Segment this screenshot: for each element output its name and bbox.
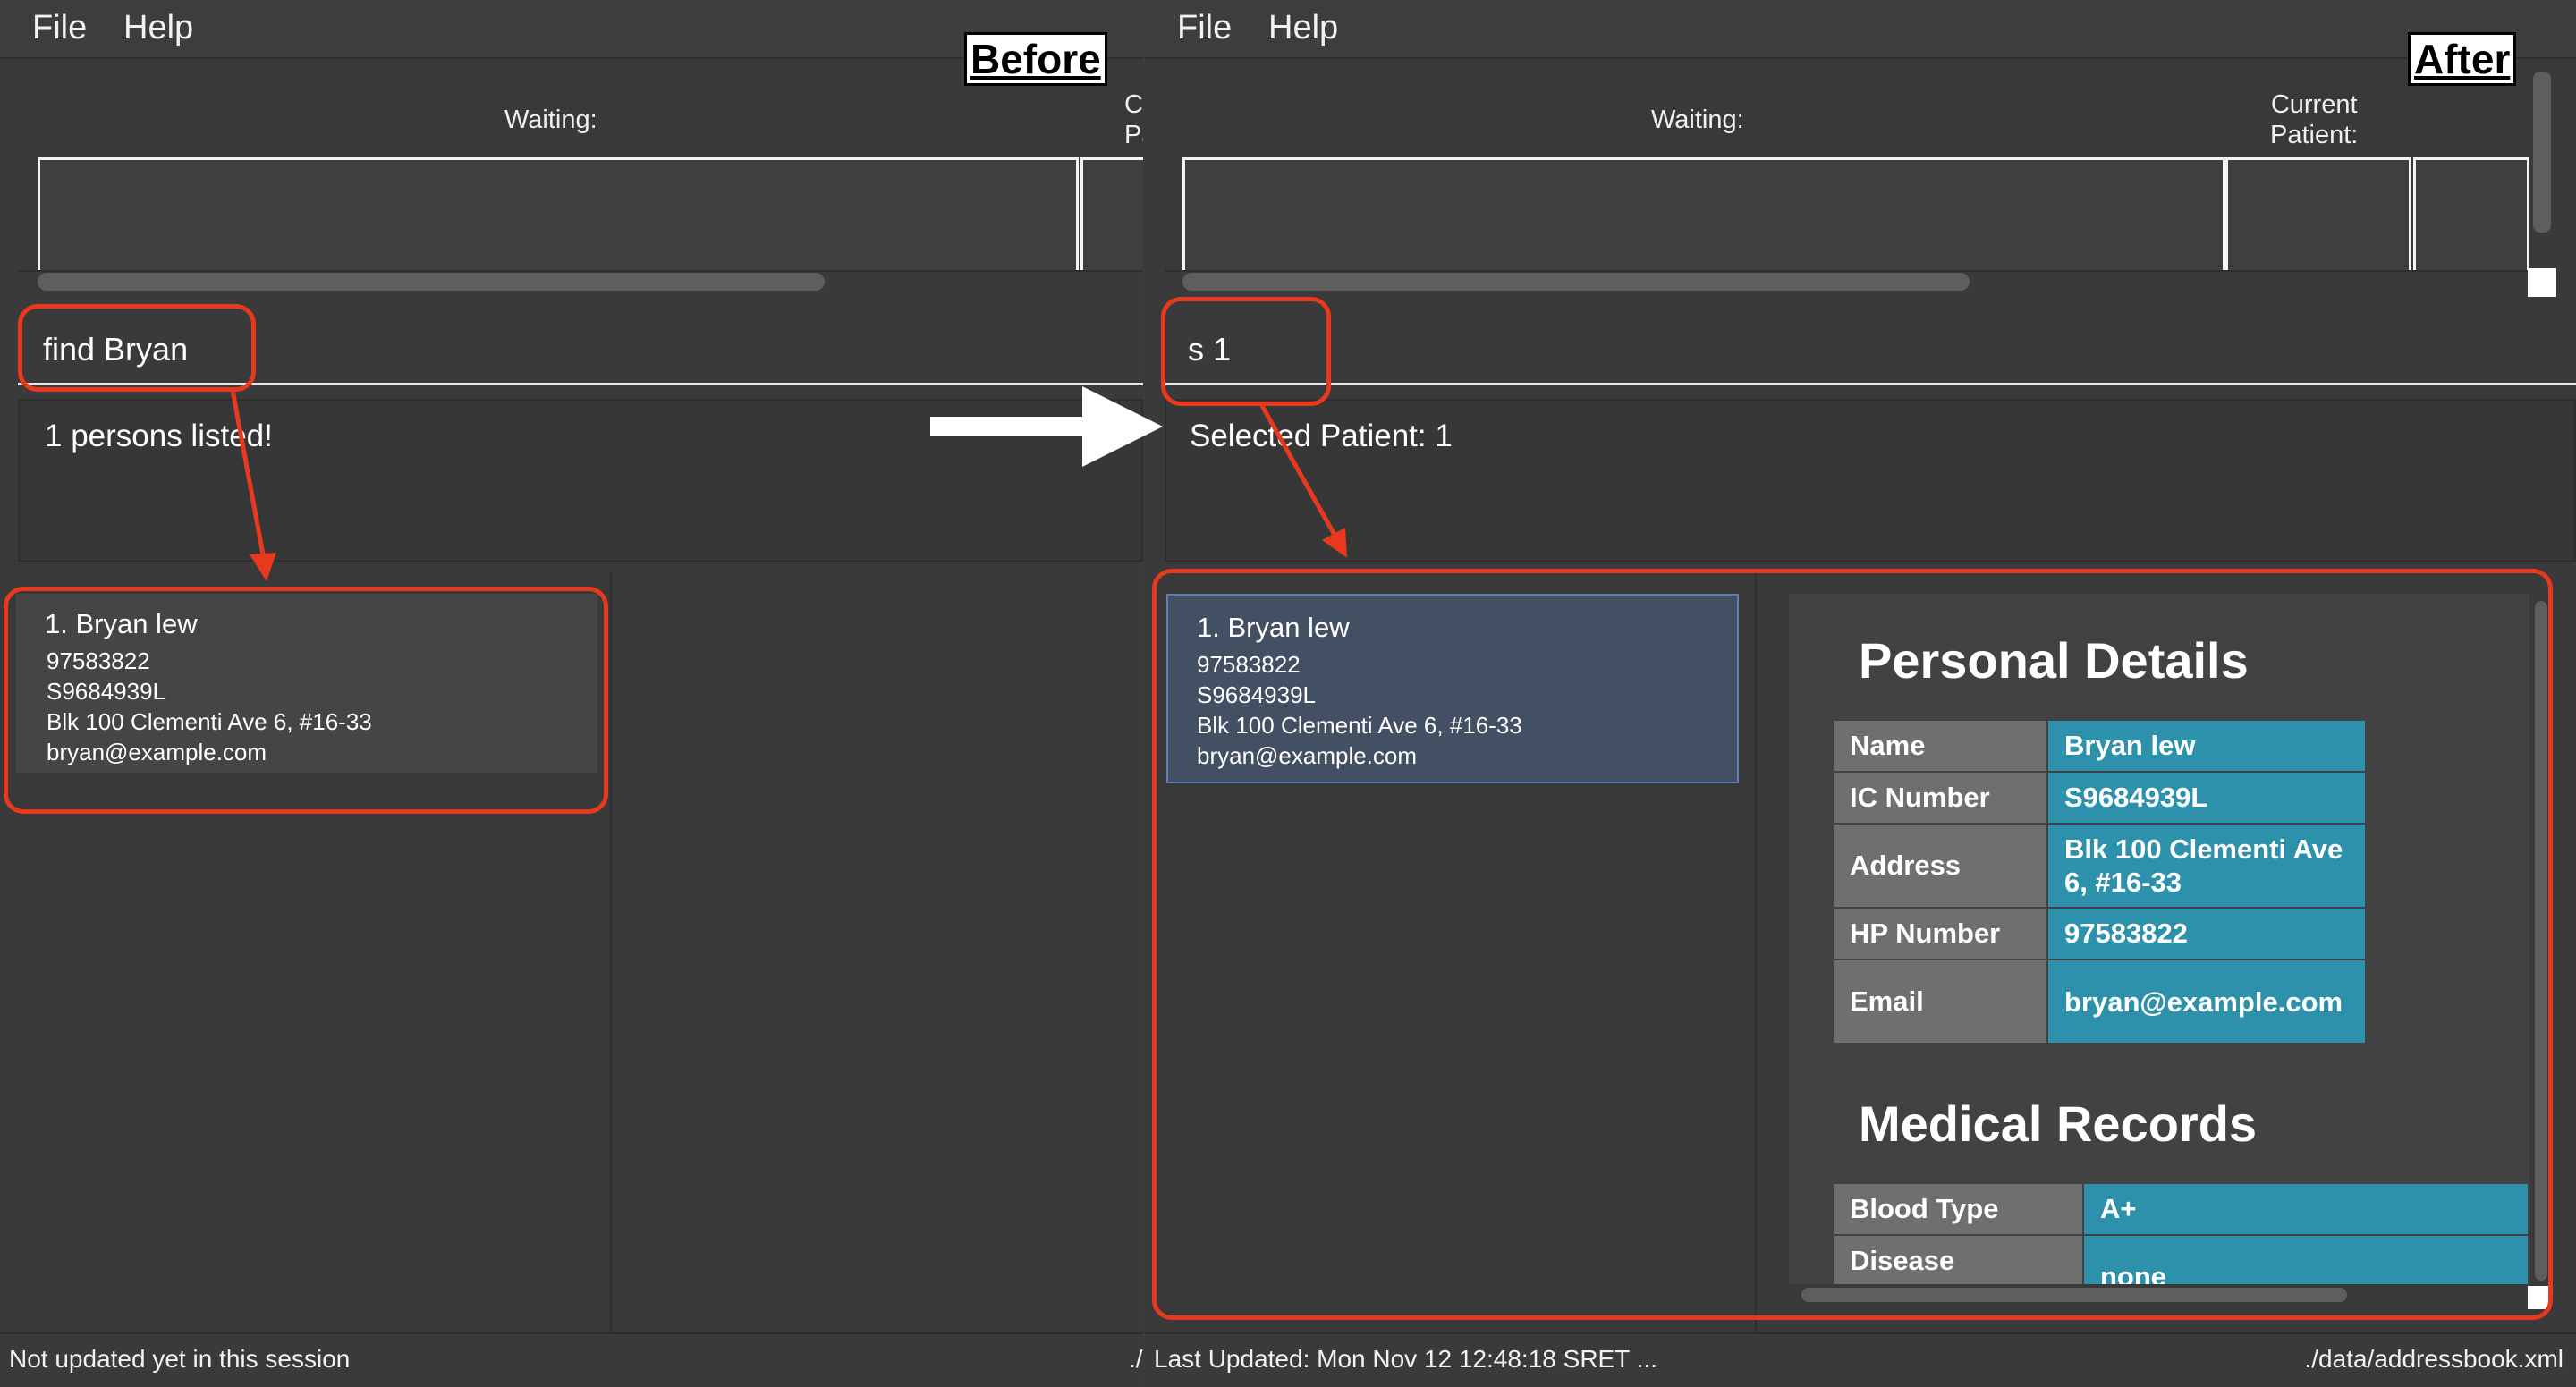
status-bar: Last Updated: Mon Nov 12 12:48:18 SRET .… xyxy=(1145,1332,2576,1387)
current-patient-label: Current Patient: xyxy=(2270,90,2359,149)
browser-panel xyxy=(612,572,1143,1332)
status-path: ./data/addressbook.xml xyxy=(2304,1345,2564,1373)
queue-extra-box[interactable] xyxy=(2413,157,2529,270)
status-path: ./ xyxy=(1129,1345,1143,1373)
result-message: Selected Patient: 1 xyxy=(1190,419,1453,453)
details-highlight xyxy=(1152,569,2553,1320)
menu-bar: File Help xyxy=(1145,0,2576,59)
result-display: Selected Patient: 1 xyxy=(1165,399,2576,562)
card-highlight xyxy=(4,587,608,814)
current-patient-box[interactable] xyxy=(1080,157,1143,270)
result-display: 1 persons listed! xyxy=(18,399,1143,562)
command-highlight xyxy=(1161,297,1331,406)
waiting-list[interactable] xyxy=(38,157,1079,270)
queue-scrollbar-thumb[interactable] xyxy=(38,273,825,291)
before-tag: Before xyxy=(964,32,1107,86)
waiting-label: Waiting: xyxy=(504,106,597,134)
command-box[interactable]: s 1 xyxy=(1165,308,2576,385)
after-tag: After xyxy=(2408,32,2517,86)
before-window: File Help Waiting: CPa find Bryan 1 pers… xyxy=(0,0,1143,1387)
menu-help[interactable]: Help xyxy=(1268,9,1338,47)
current-patient-label: CPa xyxy=(1124,90,1143,149)
current-patient-box[interactable] xyxy=(2225,157,2411,270)
menu-file[interactable]: File xyxy=(32,9,87,47)
result-message: 1 persons listed! xyxy=(45,419,273,453)
waiting-list[interactable] xyxy=(1182,157,2225,270)
scroll-corner xyxy=(2528,268,2556,297)
waiting-label: Waiting: xyxy=(1651,106,1744,134)
status-sync: Last Updated: Mon Nov 12 12:48:18 SRET .… xyxy=(1154,1345,1657,1373)
queue-scrollbar-thumb[interactable] xyxy=(1182,273,1970,291)
status-bar: Not updated yet in this session ./ xyxy=(0,1332,1143,1387)
command-highlight xyxy=(18,304,256,392)
menu-help[interactable]: Help xyxy=(123,9,193,47)
status-sync: Not updated yet in this session xyxy=(9,1345,351,1373)
menu-file[interactable]: File xyxy=(1177,9,1232,47)
queue-vertical-scrollbar[interactable] xyxy=(2533,72,2551,233)
